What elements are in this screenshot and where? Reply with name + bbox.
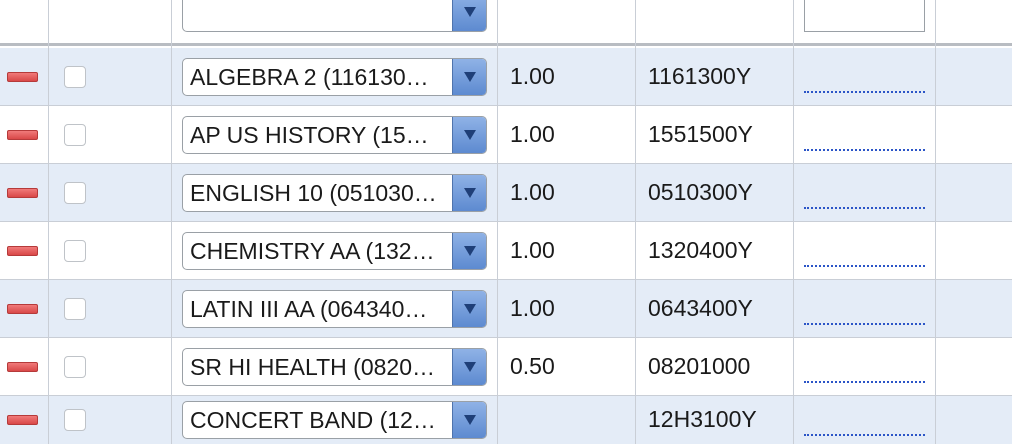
table-row: CONCERT BAND (12… 12H3100Y (0, 396, 1012, 444)
course-select-value: ALGEBRA 2 (116130… (190, 63, 429, 90)
chevron-down-icon[interactable] (452, 233, 486, 269)
course-select-value: ENGLISH 10 (051030… (190, 179, 437, 206)
column-divider (793, 0, 794, 444)
comment-link[interactable] (804, 381, 925, 383)
table-row: ALGEBRA 2 (116130… 1.00 1161300Y (0, 48, 1012, 106)
row-select-checkbox[interactable] (64, 298, 86, 320)
remove-row-button[interactable] (7, 362, 38, 372)
course-select-value: SR HI HEALTH (0820… (190, 353, 435, 380)
remove-row-button[interactable] (7, 72, 38, 82)
course-select[interactable]: ENGLISH 10 (051030… (182, 174, 487, 212)
row-select-checkbox[interactable] (64, 240, 86, 262)
row-select-checkbox[interactable] (64, 66, 86, 88)
course-select-value: CONCERT BAND (12… (190, 406, 436, 433)
credits-value: 0.50 (510, 353, 555, 379)
table-row: CHEMISTRY AA (132… 1.00 1320400Y (0, 222, 1012, 280)
credits-value: 1.00 (510, 179, 555, 205)
course-code: 1320400Y (648, 237, 753, 263)
remove-row-button[interactable] (7, 415, 38, 425)
course-select[interactable]: CHEMISTRY AA (132… (182, 232, 487, 270)
course-select-value: CHEMISTRY AA (132… (190, 237, 435, 264)
table-row: AP US HISTORY (15… 1.00 1551500Y (0, 106, 1012, 164)
course-select[interactable]: SR HI HEALTH (0820… (182, 348, 487, 386)
course-filter-select[interactable] (182, 0, 487, 32)
row-select-checkbox[interactable] (64, 409, 86, 431)
course-code: 12H3100Y (648, 406, 757, 432)
column-divider (48, 0, 49, 444)
remove-row-button[interactable] (7, 188, 38, 198)
course-code: 08201000 (648, 353, 751, 379)
course-code: 1161300Y (648, 63, 752, 89)
row-select-checkbox[interactable] (64, 356, 86, 378)
chevron-down-icon[interactable] (452, 291, 486, 327)
remove-row-button[interactable] (7, 130, 38, 140)
row-select-checkbox[interactable] (64, 182, 86, 204)
header-text-input[interactable] (804, 0, 925, 32)
table-row: LATIN III AA (064340… 1.00 0643400Y (0, 280, 1012, 338)
chevron-down-icon[interactable] (452, 402, 486, 438)
comment-link[interactable] (804, 323, 925, 325)
remove-row-button[interactable] (7, 246, 38, 256)
column-divider (935, 0, 936, 444)
chevron-down-icon[interactable] (452, 117, 486, 153)
credits-value: 1.00 (510, 121, 555, 147)
course-code: 0510300Y (648, 179, 753, 205)
course-select-value: AP US HISTORY (15… (190, 121, 429, 148)
row-select-checkbox[interactable] (64, 124, 86, 146)
credits-value: 1.00 (510, 63, 555, 89)
comment-link[interactable] (804, 149, 925, 151)
comment-link[interactable] (804, 207, 925, 209)
column-divider (171, 0, 172, 444)
course-select[interactable]: CONCERT BAND (12… (182, 401, 487, 439)
course-select[interactable]: LATIN III AA (064340… (182, 290, 487, 328)
course-select[interactable]: ALGEBRA 2 (116130… (182, 58, 487, 96)
chevron-down-icon[interactable] (452, 59, 486, 95)
table-row: SR HI HEALTH (0820… 0.50 08201000 (0, 338, 1012, 396)
course-code: 0643400Y (648, 295, 753, 321)
chevron-down-icon[interactable] (452, 0, 486, 31)
comment-link[interactable] (804, 91, 925, 93)
chevron-down-icon[interactable] (452, 349, 486, 385)
table-row: ENGLISH 10 (051030… 1.00 0510300Y (0, 164, 1012, 222)
remove-row-button[interactable] (7, 304, 38, 314)
comment-link[interactable] (804, 265, 925, 267)
credits-value: 1.00 (510, 295, 555, 321)
credits-value: 1.00 (510, 237, 555, 263)
course-filter-value (190, 0, 446, 31)
course-code: 1551500Y (648, 121, 753, 147)
course-select[interactable]: AP US HISTORY (15… (182, 116, 487, 154)
course-select-value: LATIN III AA (064340… (190, 295, 428, 322)
chevron-down-icon[interactable] (452, 175, 486, 211)
comment-link[interactable] (804, 434, 925, 436)
column-divider (635, 0, 636, 444)
column-divider (497, 0, 498, 444)
course-request-table: ALGEBRA 2 (116130… 1.00 1161300Y AP US H… (0, 0, 1012, 444)
table-header-row (0, 0, 1012, 46)
